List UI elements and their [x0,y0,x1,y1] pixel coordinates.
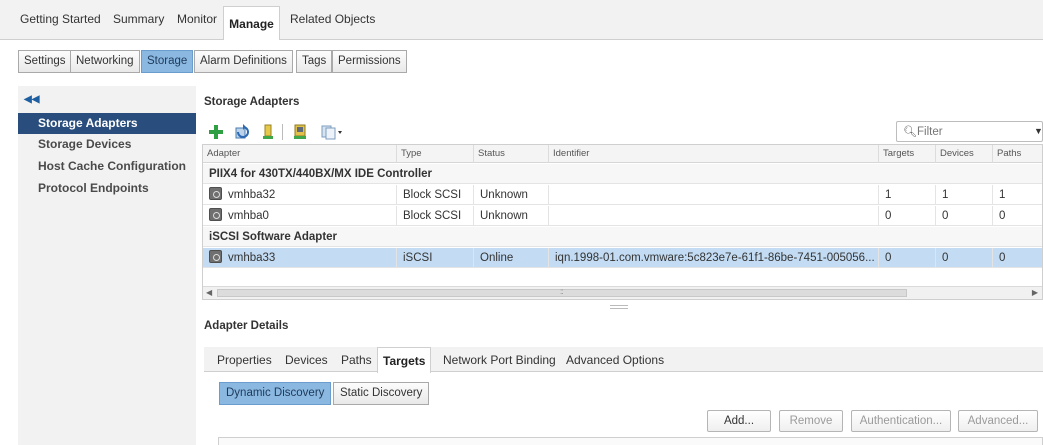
add-adapter-icon[interactable] [208,124,224,140]
paths-cell: 1 [993,185,1042,205]
tab-targets[interactable]: Targets [377,347,432,373]
grid-header: Adapter Type Status Identifier Targets D… [203,145,1042,163]
targets-grid [218,437,1043,445]
nav-item-protocol-endpoints[interactable]: Protocol Endpoints [18,178,196,199]
adapter-name: vmhba33 [228,252,276,264]
tab-manage[interactable]: Manage [223,6,280,40]
column-header-targets[interactable]: Targets [879,145,936,163]
column-header-devices[interactable]: Devices [936,145,993,163]
table-row-empty [203,269,1042,287]
storage-adapters-grid: Adapter Type Status Identifier Targets D… [202,144,1043,300]
advanced-button[interactable]: Advanced... [958,410,1038,432]
status-cell: Unknown [474,185,549,205]
status-cell: Online [474,248,549,268]
group-row-iscsi[interactable]: iSCSI Software Adapter [203,227,1042,247]
table-row-vmhba33[interactable]: vmhba33 iSCSI Online iqn.1998-01.com.vmw… [203,248,1042,268]
scroll-right-icon[interactable]: ▶ [1032,288,1038,297]
section-title: Storage Adapters [204,96,300,108]
type-cell: Block SCSI [397,206,474,226]
targets-cell: 0 [879,206,936,226]
subtab-tags[interactable]: Tags [296,50,333,73]
nav-item-storage-adapters[interactable]: Storage Adapters [18,113,196,134]
nav-item-storage-devices[interactable]: Storage Devices [18,134,196,155]
tab-summary[interactable]: Summary [110,10,167,28]
adapter-icon [209,187,222,200]
subtab-alarm-definitions[interactable]: Alarm Definitions [194,50,293,73]
rescan-storage-icon[interactable] [234,124,250,140]
filter-field[interactable]: 🔍︎ [896,121,1043,142]
tab-devices[interactable]: Devices [285,352,328,368]
adapter-cell: vmhba32 [203,185,397,205]
tab-related-objects[interactable]: Related Objects [287,10,378,28]
group-label: PIIX4 for 430TX/440BX/MX IDE Controller [209,168,433,180]
dynamic-discovery-button[interactable]: Dynamic Discovery [219,382,332,405]
adapter-name: vmhba32 [228,189,276,201]
subtab-permissions[interactable]: Permissions [332,50,407,73]
identifier-cell [549,206,879,226]
adapter-icon [209,250,222,263]
nav-item-host-cache-configuration[interactable]: Host Cache Configuration [18,156,196,177]
subtab-storage[interactable]: Storage [141,50,194,73]
column-header-adapter[interactable]: Adapter [203,145,397,163]
filter-dropdown-icon[interactable]: ▼ [1034,126,1043,136]
table-row-vmhba0[interactable]: vmhba0 Block SCSI Unknown 0 0 0 [203,206,1042,226]
adapter-name: vmhba0 [228,210,269,222]
paths-cell: 0 [993,206,1042,226]
type-cell: iSCSI [397,248,474,268]
table-row-vmhba32[interactable]: vmhba32 Block SCSI Unknown 1 1 1 [203,185,1042,205]
column-header-paths[interactable]: Paths [993,145,1042,163]
identifier-cell [549,185,879,205]
search-icon: 🔍︎ [903,126,917,138]
scroll-grip-icon: :: [560,287,564,296]
group-row-piix4[interactable]: PIIX4 for 430TX/440BX/MX IDE Controller [203,164,1042,184]
devices-cell: 0 [936,248,993,268]
group-label: iSCSI Software Adapter [209,231,338,243]
adapter-properties-icon[interactable] [292,124,308,140]
collapse-icon[interactable]: ◀◀ [24,94,39,105]
subtab-settings[interactable]: Settings [18,50,72,73]
subtab-networking[interactable]: Networking [70,50,140,73]
scroll-left-icon[interactable]: ◀ [206,288,212,297]
tab-network-port-binding[interactable]: Network Port Binding [443,352,556,368]
tab-monitor[interactable]: Monitor [174,10,220,28]
authentication-button[interactable]: Authentication... [851,410,951,432]
targets-cell: 1 [879,185,936,205]
tab-advanced-options[interactable]: Advanced Options [566,352,664,368]
horizontal-scrollbar[interactable]: ◀ :: ▶ [203,286,1042,299]
identifier-cell: iqn.1998-01.com.vmware:5c823e7e-61f1-86b… [549,248,879,268]
add-button[interactable]: Add... [707,410,771,432]
rescan-adapter-icon[interactable] [260,124,276,140]
paths-cell: 0 [993,248,1042,268]
adapter-cell: vmhba33 [203,248,397,268]
adapter-icon [209,208,222,221]
column-header-identifier[interactable]: Identifier [549,145,879,163]
column-header-type[interactable]: Type [397,145,474,163]
actions-menu-icon[interactable] [320,124,344,140]
column-header-status[interactable]: Status [474,145,549,163]
static-discovery-button[interactable]: Static Discovery [333,382,430,405]
toolbar-divider [282,124,283,140]
adapter-details-title: Adapter Details [204,320,289,332]
status-cell: Unknown [474,206,549,226]
remove-button[interactable]: Remove [779,410,843,432]
filter-input[interactable] [917,124,1017,139]
tab-paths[interactable]: Paths [341,352,372,368]
targets-cell: 0 [879,248,936,268]
devices-cell: 0 [936,206,993,226]
tab-properties[interactable]: Properties [217,352,272,368]
type-cell: Block SCSI [397,185,474,205]
tab-getting-started[interactable]: Getting Started [17,10,104,28]
panel-splitter[interactable] [610,305,628,309]
devices-cell: 1 [936,185,993,205]
adapter-cell: vmhba0 [203,206,397,226]
